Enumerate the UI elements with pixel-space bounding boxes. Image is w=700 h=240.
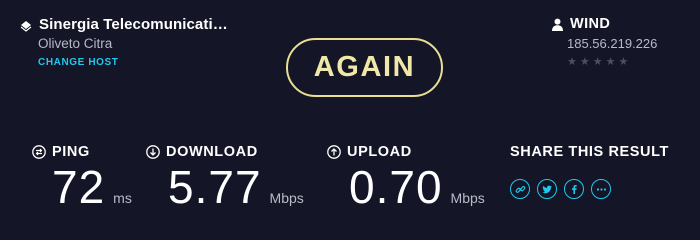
facebook-icon[interactable] — [564, 179, 584, 199]
download-value: 5.77 — [168, 161, 262, 213]
share-title: SHARE THIS RESULT — [510, 144, 669, 160]
download-metric: DOWNLOAD 5.77 Mbps — [146, 144, 304, 210]
server-location: Oliveto Citra — [38, 36, 113, 51]
speedtest-result-panel: Sinergia Telecomunicati… Oliveto Citra C… — [0, 0, 700, 232]
upload-label: UPLOAD — [347, 144, 412, 160]
star-icon[interactable]: ★ — [619, 57, 629, 68]
user-icon — [551, 18, 564, 31]
star-icon[interactable]: ★ — [606, 57, 616, 68]
again-button-label: AGAIN — [313, 51, 416, 83]
star-icon[interactable]: ★ — [593, 57, 603, 68]
isp-rating[interactable]: ★ ★ ★ ★ ★ — [567, 57, 657, 68]
change-host-link[interactable]: CHANGE HOST — [38, 57, 228, 68]
isp-name: WIND — [570, 16, 611, 32]
ping-value: 72 — [52, 161, 106, 213]
download-unit: Mbps — [269, 190, 304, 206]
star-icon[interactable]: ★ — [567, 57, 577, 68]
twitter-icon[interactable] — [537, 179, 557, 199]
upload-unit: Mbps — [450, 190, 485, 206]
star-icon[interactable]: ★ — [580, 57, 590, 68]
ping-unit: ms — [113, 190, 132, 206]
ping-icon — [32, 145, 46, 159]
ip-address: 185.56.219.226 — [567, 36, 658, 51]
share-buttons — [510, 179, 669, 199]
isp-info: WIND 185.56.219.226 ★ ★ ★ ★ ★ — [551, 16, 657, 68]
upload-metric: UPLOAD 0.70 Mbps — [327, 144, 485, 210]
again-button[interactable]: AGAIN — [286, 38, 443, 97]
ping-label: PING — [52, 144, 90, 160]
upload-value: 0.70 — [349, 161, 443, 213]
server-host-icon — [20, 19, 32, 32]
more-icon[interactable] — [591, 179, 611, 199]
link-icon[interactable] — [510, 179, 530, 199]
ping-metric: PING 72 ms — [32, 144, 132, 210]
server-name: Sinergia Telecomunicati… — [39, 16, 228, 33]
upload-icon — [327, 145, 341, 159]
share-section: SHARE THIS RESULT — [510, 144, 669, 199]
download-icon — [146, 145, 160, 159]
download-label: DOWNLOAD — [166, 144, 258, 160]
server-info: Sinergia Telecomunicati… Oliveto Citra C… — [20, 16, 228, 68]
